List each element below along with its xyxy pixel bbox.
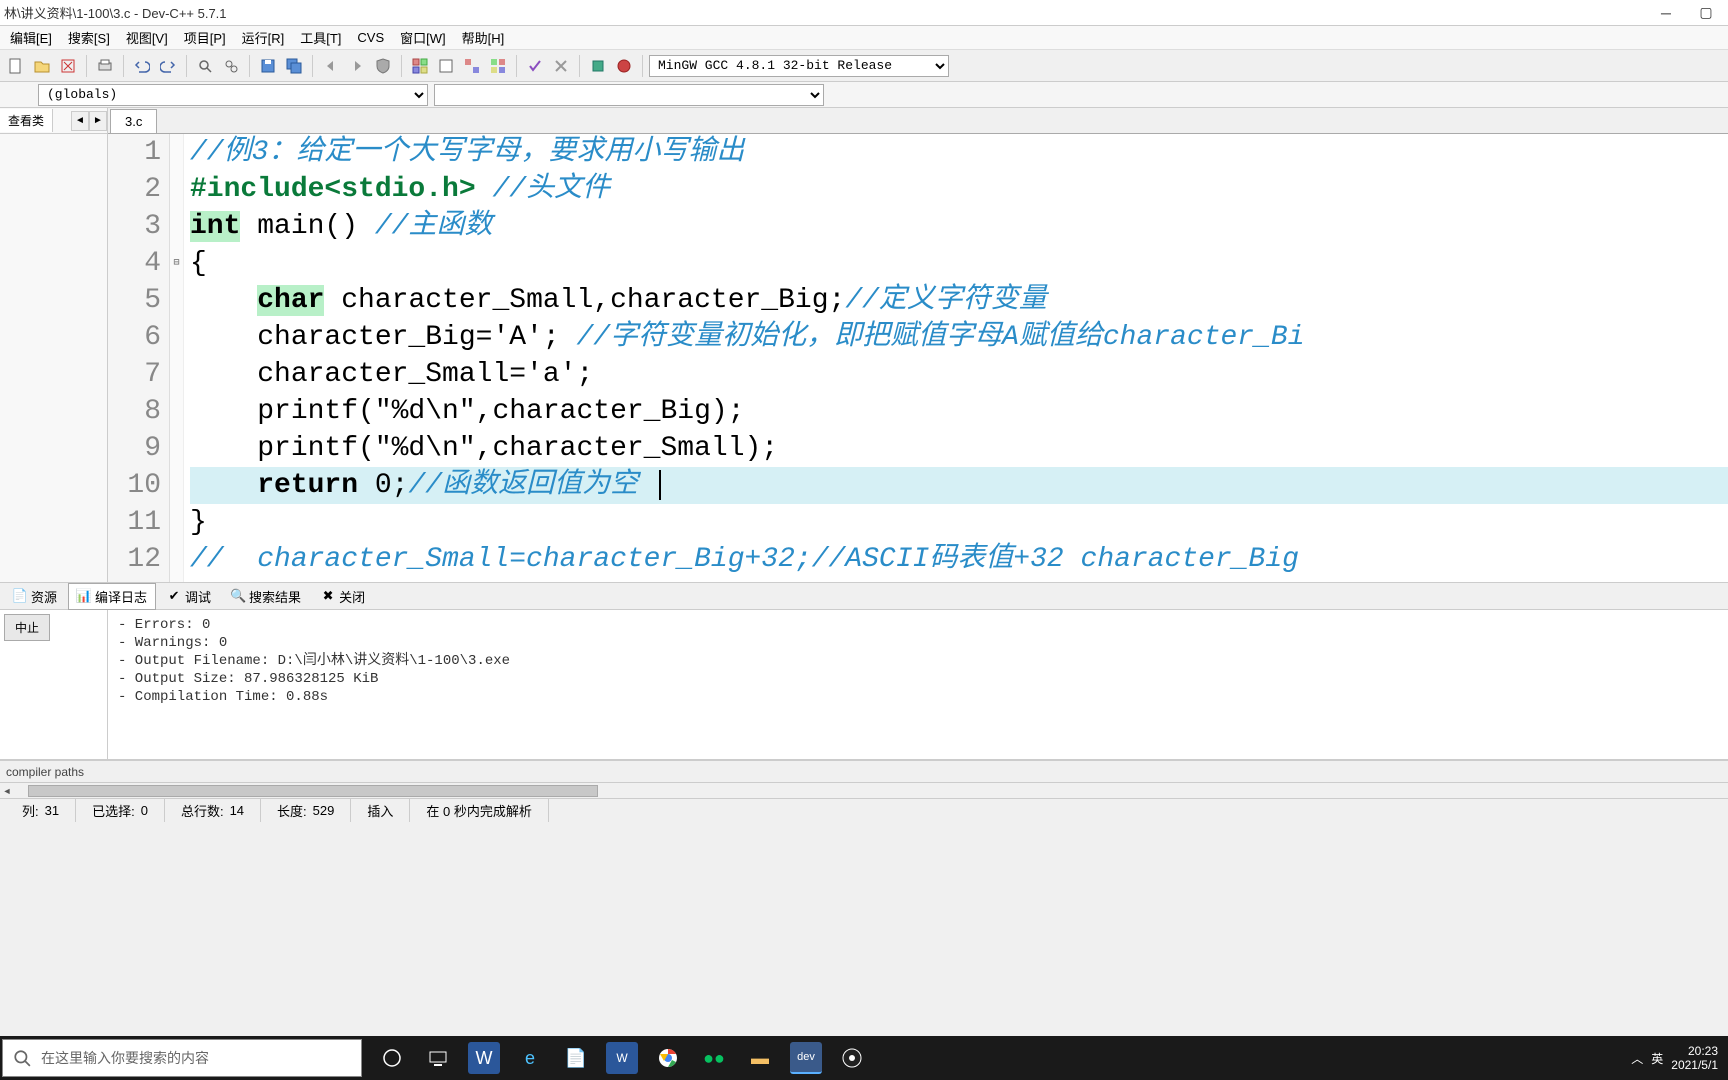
symbols-select[interactable]	[434, 84, 824, 106]
titlebar: 林\讲义资料\1-100\3.c - Dev-C++ 5.7.1 ─ ▢	[0, 0, 1728, 26]
maximize-button[interactable]: ▢	[1696, 3, 1716, 23]
window-title: 林\讲义资料\1-100\3.c - Dev-C++ 5.7.1	[4, 3, 1656, 22]
compile-output[interactable]: - Errors: 0 - Warnings: 0 - Output Filen…	[108, 610, 1728, 759]
forward-icon[interactable]	[345, 54, 369, 78]
back-icon[interactable]	[319, 54, 343, 78]
scroll-left-icon[interactable]: ◄	[0, 784, 14, 798]
menu-help[interactable]: 帮助[H]	[456, 26, 511, 49]
menu-window[interactable]: 窗口[W]	[394, 26, 452, 49]
window-controls: ─ ▢	[1656, 3, 1724, 23]
save-icon[interactable]	[256, 54, 280, 78]
search-results-icon: 🔍	[231, 589, 245, 603]
minimize-button[interactable]: ─	[1656, 3, 1676, 23]
edge-icon[interactable]: e	[514, 1042, 546, 1074]
class-view-tab[interactable]: 查看类	[0, 109, 53, 132]
save-all-icon[interactable]	[282, 54, 306, 78]
new-file-icon[interactable]	[4, 54, 28, 78]
status-parse: 在 0 秒内完成解析	[410, 799, 548, 822]
devcpp-icon[interactable]: dev	[790, 1042, 822, 1074]
menu-edit[interactable]: 编辑[E]	[4, 26, 58, 49]
close-icon[interactable]	[549, 54, 573, 78]
scroll-thumb[interactable]	[28, 785, 598, 797]
run-icon[interactable]	[434, 54, 458, 78]
panel-prev-icon[interactable]: ◄	[71, 111, 89, 131]
status-length: 长度:529	[261, 799, 351, 822]
compile-run-icon[interactable]	[460, 54, 484, 78]
status-insert-mode: 插入	[351, 799, 410, 822]
find-icon[interactable]	[193, 54, 217, 78]
ime-indicator[interactable]: 英	[1651, 1050, 1663, 1067]
search-placeholder: 在这里输入你要搜索的内容	[41, 1048, 209, 1068]
class-browser-panel: 查看类 ◄ ►	[0, 108, 108, 582]
compiler-paths-label: compiler paths	[0, 760, 1728, 782]
menu-tools[interactable]: 工具[T]	[294, 26, 347, 49]
output-hscrollbar[interactable]: ◄	[0, 782, 1728, 798]
output-controls: 中止	[0, 610, 108, 759]
debug-icon[interactable]	[586, 54, 610, 78]
print-icon[interactable]	[93, 54, 117, 78]
file-tabs: 3.c	[108, 108, 1728, 134]
panel-next-icon[interactable]: ►	[89, 111, 107, 131]
taskbar-search[interactable]: 在这里输入你要搜索的内容	[2, 1039, 362, 1077]
status-column: 列:31	[6, 799, 76, 822]
remove-file-icon[interactable]	[56, 54, 80, 78]
wechat-icon[interactable]: ●●	[698, 1042, 730, 1074]
close-tab-icon: ✖	[321, 589, 335, 603]
globals-select[interactable]: (globals)	[38, 84, 428, 106]
line-gutter: 123456789101112	[108, 134, 170, 582]
system-tray: ︿ 英 20:23 2021/5/1	[1631, 1044, 1728, 1072]
tab-resources[interactable]: 📄资源	[4, 583, 66, 610]
bottom-tabs: 📄资源 📊编译日志 ✔调试 🔍搜索结果 ✖关闭	[0, 582, 1728, 610]
taskbar-apps: W e 📄 W ●● ▬ dev	[376, 1042, 868, 1074]
tab-search-results[interactable]: 🔍搜索结果	[222, 583, 310, 610]
word-app-icon[interactable]: W	[606, 1042, 638, 1074]
cortana-icon[interactable]	[376, 1042, 408, 1074]
tab-debug[interactable]: ✔调试	[158, 583, 220, 610]
menu-view[interactable]: 视图[V]	[120, 26, 174, 49]
obs-icon[interactable]	[836, 1042, 868, 1074]
tray-chevron-icon[interactable]: ︿	[1631, 1050, 1643, 1067]
statusbar: 列:31 已选择:0 总行数:14 长度:529 插入 在 0 秒内完成解析	[0, 798, 1728, 822]
fold-column: ⊟	[170, 134, 184, 582]
undo-icon[interactable]	[130, 54, 154, 78]
stop-button[interactable]: 中止	[4, 614, 50, 641]
task-view-icon[interactable]	[422, 1042, 454, 1074]
search-icon	[13, 1049, 31, 1067]
menu-search[interactable]: 搜索[S]	[62, 26, 116, 49]
chrome-icon[interactable]	[652, 1042, 684, 1074]
main-area: 查看类 ◄ ► 3.c 123456789101112 ⊟ //例3：给定一个大…	[0, 108, 1728, 582]
folder-icon[interactable]: ▬	[744, 1042, 776, 1074]
notepad-icon[interactable]: 📄	[560, 1042, 592, 1074]
menu-run[interactable]: 运行[R]	[236, 26, 291, 49]
compile-log-icon: 📊	[77, 589, 91, 603]
tray-clock[interactable]: 20:23 2021/5/1	[1671, 1044, 1718, 1072]
status-selection: 已选择:0	[76, 799, 165, 822]
output-panel: 中止 - Errors: 0 - Warnings: 0 - Output Fi…	[0, 610, 1728, 760]
profile-icon[interactable]	[612, 54, 636, 78]
toolbar: MinGW GCC 4.8.1 32-bit Release	[0, 50, 1728, 82]
resources-icon: 📄	[13, 589, 27, 603]
editor-panel: 3.c 123456789101112 ⊟ //例3：给定一个大写字母，要求用小…	[108, 108, 1728, 582]
tab-compile-log[interactable]: 📊编译日志	[68, 583, 156, 610]
replace-icon[interactable]	[219, 54, 243, 78]
tab-close[interactable]: ✖关闭	[312, 583, 374, 610]
open-file-icon[interactable]	[30, 54, 54, 78]
navbar: (globals)	[0, 82, 1728, 108]
file-tab[interactable]: 3.c	[110, 109, 157, 133]
compiler-select[interactable]: MinGW GCC 4.8.1 32-bit Release	[649, 55, 949, 77]
shield-icon[interactable]	[371, 54, 395, 78]
compile-icon[interactable]	[408, 54, 432, 78]
check-icon[interactable]	[523, 54, 547, 78]
code-lines[interactable]: //例3：给定一个大写字母，要求用小写输出#include<stdio.h> /…	[184, 134, 1728, 582]
code-editor[interactable]: 123456789101112 ⊟ //例3：给定一个大写字母，要求用小写输出#…	[108, 134, 1728, 582]
windows-taskbar: 在这里输入你要搜索的内容 W e 📄 W ●● ▬ dev ︿ 英 20:23 …	[0, 1036, 1728, 1080]
debug-tab-icon: ✔	[167, 589, 181, 603]
menu-project[interactable]: 项目[P]	[178, 26, 232, 49]
redo-icon[interactable]	[156, 54, 180, 78]
menu-cvs[interactable]: CVS	[351, 28, 390, 47]
menubar: 编辑[E] 搜索[S] 视图[V] 项目[P] 运行[R] 工具[T] CVS …	[0, 26, 1728, 50]
word-icon[interactable]: W	[468, 1042, 500, 1074]
rebuild-icon[interactable]	[486, 54, 510, 78]
status-total-lines: 总行数:14	[165, 799, 261, 822]
